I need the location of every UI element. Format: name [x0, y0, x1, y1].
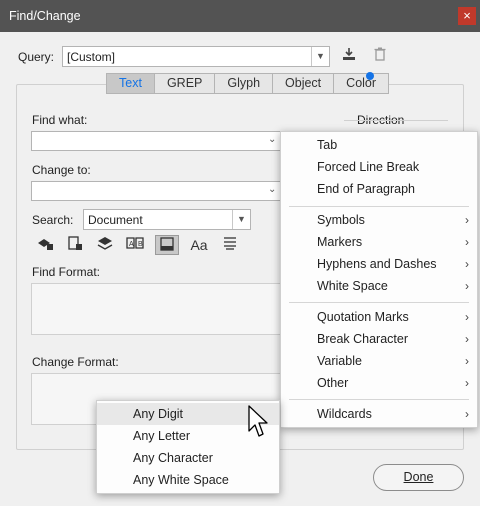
submenu-item-any-white-space[interactable]: Any White Space: [97, 469, 279, 491]
menu-item-label: Variable: [317, 354, 362, 368]
submenu-arrow-icon: ›: [465, 310, 469, 324]
menu-item-symbols[interactable]: Symbols ›: [281, 209, 477, 231]
change-format-label: Change Format:: [32, 355, 119, 369]
submenu-arrow-icon: ›: [465, 257, 469, 271]
find-format-box[interactable]: [31, 283, 283, 335]
tab-glyph[interactable]: Glyph: [215, 74, 274, 93]
find-format-label: Find Format:: [32, 265, 101, 279]
svg-text:A: A: [129, 241, 134, 248]
menu-item-tab[interactable]: Tab: [281, 134, 477, 156]
delete-query-icon[interactable]: [368, 46, 392, 66]
menu-separator: [289, 302, 469, 303]
include-hidden-layers-icon[interactable]: [93, 235, 117, 255]
menu-item-label: Symbols: [317, 213, 365, 227]
submenu-arrow-icon: ›: [465, 332, 469, 346]
menu-item-break-character[interactable]: Break Character ›: [281, 328, 477, 350]
title-bar: Find/Change ×: [0, 0, 480, 32]
tab-text[interactable]: Text: [107, 74, 155, 93]
direction-rule: [344, 120, 448, 121]
change-to-label: Change to:: [32, 163, 91, 177]
case-sensitive-icon[interactable]: Aa: [187, 235, 211, 255]
submenu-arrow-icon: ›: [465, 279, 469, 293]
search-label: Search:: [32, 213, 74, 227]
find-special-chevron-icon[interactable]: ⌄: [268, 134, 276, 145]
change-to-field[interactable]: [31, 181, 283, 201]
find-what-label: Find what:: [32, 113, 88, 127]
special-characters-menu: Tab Forced Line Break End of Paragraph S…: [280, 131, 478, 428]
menu-item-other[interactable]: Other ›: [281, 372, 477, 394]
include-locked-layers-icon[interactable]: [33, 235, 57, 255]
done-label: Done: [403, 470, 434, 484]
svg-text:B: B: [138, 241, 143, 248]
menu-item-label: Tab: [317, 138, 338, 152]
menu-item-variable[interactable]: Variable ›: [281, 350, 477, 372]
menu-item-quotation-marks[interactable]: Quotation Marks ›: [281, 306, 477, 328]
menu-item-label: Quotation Marks: [317, 310, 409, 324]
query-value: [Custom]: [67, 50, 116, 64]
notification-dot: [366, 72, 374, 80]
menu-separator: [289, 399, 469, 400]
submenu-arrow-icon: ›: [465, 354, 469, 368]
mode-tabs: Text GREP Glyph Object Color: [106, 73, 390, 94]
chevron-down-icon[interactable]: ▼: [311, 47, 329, 66]
menu-item-end-of-paragraph[interactable]: End of Paragraph: [281, 178, 477, 200]
submenu-item-label: Any Digit: [133, 407, 184, 421]
change-special-chevron-icon[interactable]: ⌄: [268, 184, 276, 195]
find-what-field[interactable]: [31, 131, 283, 151]
menu-item-forced-line-break[interactable]: Forced Line Break: [281, 156, 477, 178]
menu-item-hyphens-dashes[interactable]: Hyphens and Dashes ›: [281, 253, 477, 275]
search-scope-value: Document: [88, 213, 143, 227]
menu-item-white-space[interactable]: White Space ›: [281, 275, 477, 297]
menu-item-label: Wildcards: [317, 407, 372, 421]
menu-item-label: End of Paragraph: [317, 182, 415, 196]
chevron-down-icon[interactable]: ▼: [232, 210, 250, 229]
submenu-arrow-icon: ›: [465, 235, 469, 249]
include-locked-stories-icon[interactable]: [63, 235, 87, 255]
include-footnotes-icon[interactable]: [155, 235, 179, 255]
tab-object[interactable]: Object: [273, 74, 335, 93]
tab-grep[interactable]: GREP: [155, 74, 216, 93]
tab-color[interactable]: Color: [334, 74, 388, 93]
close-button[interactable]: ×: [458, 7, 476, 25]
menu-item-label: Hyphens and Dashes: [317, 257, 437, 271]
save-query-icon[interactable]: [337, 46, 361, 66]
submenu-item-any-character[interactable]: Any Character: [97, 447, 279, 469]
menu-item-label: White Space: [317, 279, 388, 293]
submenu-arrow-icon: ›: [465, 376, 469, 390]
submenu-item-label: Any White Space: [133, 473, 229, 487]
menu-separator: [289, 206, 469, 207]
menu-item-markers[interactable]: Markers ›: [281, 231, 477, 253]
submenu-arrow-icon: ›: [465, 213, 469, 227]
search-scope-dropdown[interactable]: Document ▼: [83, 209, 251, 230]
query-label: Query:: [18, 50, 55, 64]
query-dropdown[interactable]: [Custom] ▼: [62, 46, 330, 67]
menu-item-label: Forced Line Break: [317, 160, 420, 174]
menu-item-wildcards[interactable]: Wildcards ›: [281, 403, 477, 425]
menu-item-label: Other: [317, 376, 349, 390]
mouse-pointer-icon: [248, 405, 268, 437]
submenu-item-label: Any Letter: [133, 429, 190, 443]
submenu-item-label: Any Character: [133, 451, 213, 465]
menu-item-label: Break Character: [317, 332, 409, 346]
window-title: Find/Change: [9, 9, 81, 23]
done-button[interactable]: Done: [373, 464, 464, 491]
include-master-pages-icon[interactable]: AB: [123, 235, 147, 255]
whole-word-icon[interactable]: [218, 235, 242, 255]
submenu-arrow-icon: ›: [465, 407, 469, 421]
menu-item-label: Markers: [317, 235, 363, 249]
